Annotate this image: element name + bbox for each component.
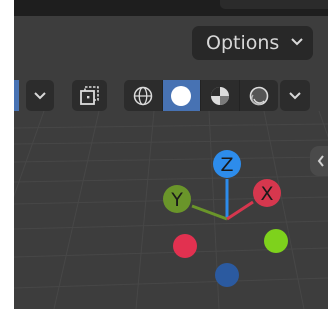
- x-axis-label: X: [260, 183, 273, 205]
- top-bar: [14, 0, 328, 16]
- 3d-viewport[interactable]: Options Z Y X: [14, 16, 328, 309]
- x-axis-line: [226, 200, 254, 221]
- z-axis-handle[interactable]: Z: [213, 150, 241, 178]
- navigation-gizmo[interactable]: Z Y X: [14, 16, 328, 309]
- negative-z-handle[interactable]: [215, 263, 239, 287]
- z-axis-label: Z: [220, 154, 233, 176]
- y-axis-line: [191, 204, 228, 221]
- y-axis-label: Y: [170, 189, 183, 211]
- y-axis-handle[interactable]: Y: [163, 185, 191, 213]
- negative-x-handle[interactable]: [173, 234, 197, 258]
- top-bar-tab[interactable]: [220, 0, 328, 9]
- x-axis-handle[interactable]: X: [253, 179, 281, 207]
- negative-y-handle[interactable]: [264, 229, 288, 253]
